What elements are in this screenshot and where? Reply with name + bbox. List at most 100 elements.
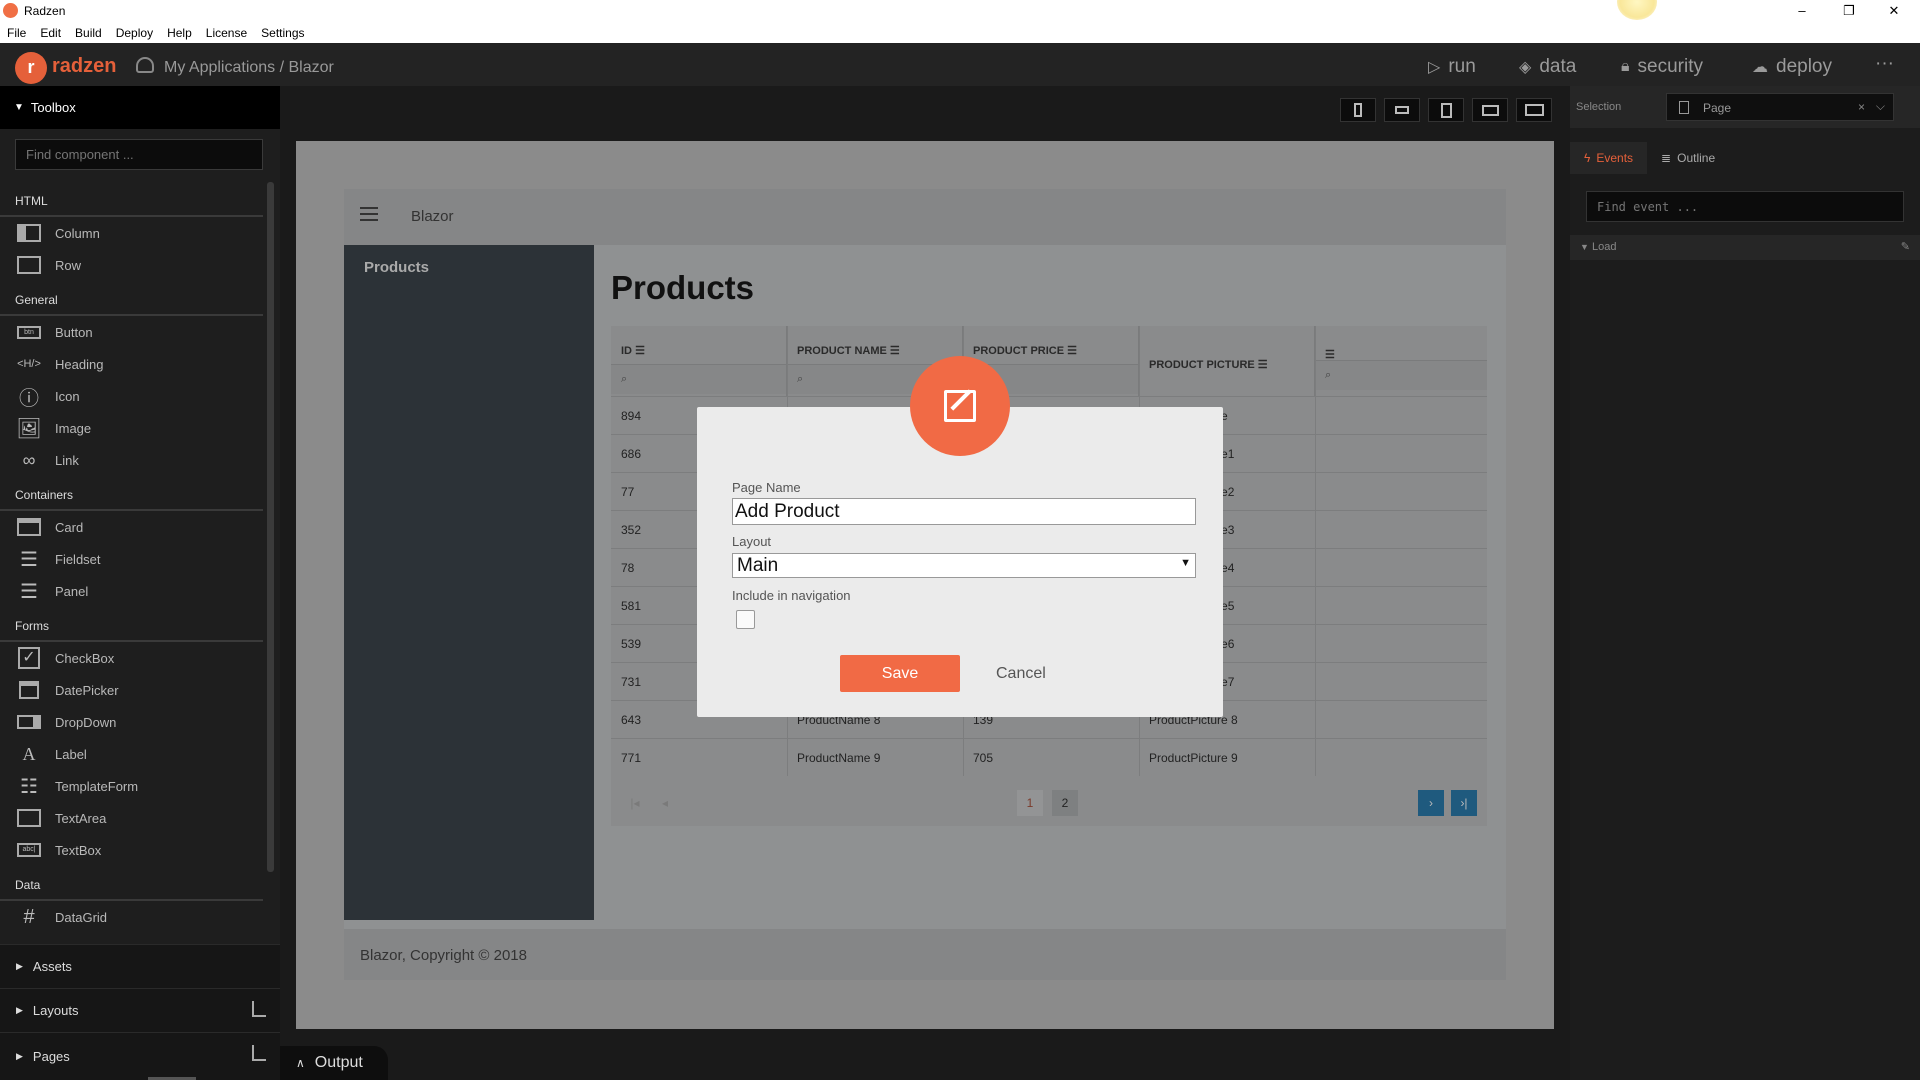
toolbox-item-button[interactable]: btn Button xyxy=(0,316,266,348)
run-nav-button[interactable]: ▷ run xyxy=(1428,56,1476,78)
header-label: PRODUCT PRICE ☰ xyxy=(973,344,1077,357)
device-phone-landscape-button[interactable] xyxy=(1384,98,1420,122)
radzen-logo-icon[interactable]: r xyxy=(15,52,47,84)
section-html: HTML xyxy=(0,182,263,217)
item-label: DropDown xyxy=(55,714,117,730)
menu-license[interactable]: License xyxy=(206,26,247,40)
pager-page-2[interactable]: 2 xyxy=(1052,790,1078,816)
sidebar-item-products[interactable]: Products xyxy=(364,259,429,276)
toolbox-item-image[interactable]: 🖼︎ Image xyxy=(0,412,266,444)
device-tablet-button[interactable] xyxy=(1428,98,1464,122)
pager-next-button[interactable]: › xyxy=(1418,790,1444,816)
toolbox-item-heading[interactable]: <H/> Heading xyxy=(0,348,266,380)
device-tablet-landscape-button[interactable] xyxy=(1472,98,1508,122)
menu-help[interactable]: Help xyxy=(167,26,192,40)
find-component-input[interactable] xyxy=(15,139,263,170)
restore-button[interactable]: ❐ xyxy=(1829,1,1869,21)
include-nav-checkbox[interactable] xyxy=(736,610,755,629)
fieldset-icon: ☰ xyxy=(20,548,38,571)
toolbox-item-column[interactable]: Column xyxy=(0,217,266,249)
data-nav-button[interactable]: ◈ data xyxy=(1519,56,1576,78)
page-name-input[interactable]: Add Product xyxy=(732,498,1196,525)
column-header-id[interactable]: ID ☰ ⌕ xyxy=(611,326,787,396)
table-cell: 731 xyxy=(621,675,642,689)
toolbox-item-checkbox[interactable]: ✓ CheckBox xyxy=(0,642,266,674)
add-layout-icon[interactable] xyxy=(252,1001,266,1017)
column-header-actions[interactable]: ☰ ⌕ xyxy=(1315,326,1487,396)
section-containers: Containers xyxy=(0,476,263,511)
sort-icon: ☰ xyxy=(1067,345,1077,357)
pager-prev-button[interactable]: ◂ xyxy=(653,790,677,816)
page-header[interactable]: Blazor xyxy=(344,189,1506,245)
outline-icon: ≣ xyxy=(1661,151,1672,165)
save-button[interactable]: Save xyxy=(840,655,960,692)
close-window-button[interactable]: ✕ xyxy=(1874,1,1914,21)
menu-deploy[interactable]: Deploy xyxy=(116,26,153,40)
section-forms: Forms xyxy=(0,607,263,642)
filter-id[interactable]: ⌕ xyxy=(611,364,786,394)
tab-events[interactable]: ϟ Events xyxy=(1570,142,1648,174)
clear-selection-icon[interactable]: × xyxy=(1858,100,1865,114)
toolbox-item-icon[interactable]: ⓘ Icon xyxy=(0,380,266,412)
toolbox-item-panel[interactable]: ☰ Panel xyxy=(0,575,266,607)
toolbox-item-textbox[interactable]: abc| TextBox xyxy=(0,834,266,866)
deploy-nav-button[interactable]: ☁ deploy xyxy=(1752,56,1832,78)
caret-down-icon: ▼ xyxy=(14,102,24,113)
toolbox-item-link[interactable]: ∞ Link xyxy=(0,444,266,476)
menu-build[interactable]: Build xyxy=(75,26,102,40)
tab-outline[interactable]: ≣ Outline xyxy=(1647,142,1729,174)
toolbox-header[interactable]: ▼ Toolbox xyxy=(0,86,280,129)
radzen-logo-text[interactable]: radzen xyxy=(52,55,116,78)
pages-section[interactable]: ▶ Pages xyxy=(0,1032,280,1080)
output-panel-tab[interactable]: ∧ Output xyxy=(280,1046,388,1080)
toolbox-item-card[interactable]: Card xyxy=(0,511,266,543)
chevron-down-icon[interactable]: ⌵ xyxy=(1876,99,1885,114)
product-price-header: PRODUCT PRICE xyxy=(973,345,1065,357)
section-general: General xyxy=(0,281,263,316)
include-nav-label: Include in navigation xyxy=(732,588,851,603)
pager-first-button[interactable]: |◂ xyxy=(623,790,647,816)
toolbox-item-templateform[interactable]: ☷ TemplateForm xyxy=(0,770,266,802)
toolbox-scrollbar[interactable] xyxy=(267,182,274,872)
device-desktop-button[interactable] xyxy=(1516,98,1552,122)
selection-dropdown[interactable]: Page × ⌵ xyxy=(1666,93,1894,121)
event-load-row[interactable]: ▼ Load ✎ xyxy=(1570,235,1920,260)
item-label: TextArea xyxy=(55,810,107,826)
item-label: Row xyxy=(55,257,82,273)
layouts-section[interactable]: ▶ Layouts xyxy=(0,988,280,1032)
menu-bar: File Edit Build Deploy Help License Sett… xyxy=(0,22,1920,43)
sort-icon: ☰ xyxy=(889,345,900,357)
column-header-product-picture[interactable]: PRODUCT PICTURE ☰ xyxy=(1139,326,1315,396)
toolbox-item-textarea[interactable]: TextArea xyxy=(0,802,266,834)
pager-page-1[interactable]: 1 xyxy=(1017,790,1043,816)
menu-file[interactable]: File xyxy=(7,26,26,40)
toolbox-item-dropdown[interactable]: DropDown xyxy=(0,706,266,738)
layout-select[interactable]: Main ▼ xyxy=(732,553,1196,578)
menu-settings[interactable]: Settings xyxy=(261,26,304,40)
minimize-button[interactable]: – xyxy=(1782,1,1822,21)
dialog-badge xyxy=(910,356,1010,456)
edit-event-icon[interactable]: ✎ xyxy=(1901,240,1910,253)
device-phone-button[interactable] xyxy=(1340,98,1376,122)
toolbox-item-label[interactable]: A Label xyxy=(0,738,266,770)
assets-section[interactable]: ▶ Assets xyxy=(0,944,280,988)
breadcrumb[interactable]: My Applications / Blazor xyxy=(164,59,334,77)
column-icon xyxy=(16,223,42,243)
header-label: ID ☰ xyxy=(621,344,645,357)
find-event-input[interactable] xyxy=(1586,191,1904,222)
hamburger-icon[interactable] xyxy=(360,207,378,221)
toolbox-item-datepicker[interactable]: DatePicker xyxy=(0,674,266,706)
toolbox-item-row[interactable]: Row xyxy=(0,249,266,281)
table-row[interactable]: 771 ProductName 9 705 ProductPicture 9 xyxy=(611,738,1487,776)
security-nav-button[interactable]: 🔒︎ security xyxy=(1621,56,1703,78)
more-menu-button[interactable]: ··· xyxy=(1875,53,1894,75)
window-titlebar: Radzen – ❐ ✕ xyxy=(0,0,1920,22)
toolbox-item-datagrid[interactable]: # DataGrid xyxy=(0,901,266,933)
add-page-icon[interactable] xyxy=(252,1045,266,1061)
menu-edit[interactable]: Edit xyxy=(40,26,61,40)
cancel-button[interactable]: Cancel xyxy=(996,665,1046,683)
pager-last-button[interactable]: ›| xyxy=(1451,790,1477,816)
toolbox-item-fieldset[interactable]: ☰ Fieldset xyxy=(0,543,266,575)
product-name-header: PRODUCT NAME xyxy=(797,345,887,357)
filter-actions[interactable]: ⌕ xyxy=(1315,360,1487,390)
